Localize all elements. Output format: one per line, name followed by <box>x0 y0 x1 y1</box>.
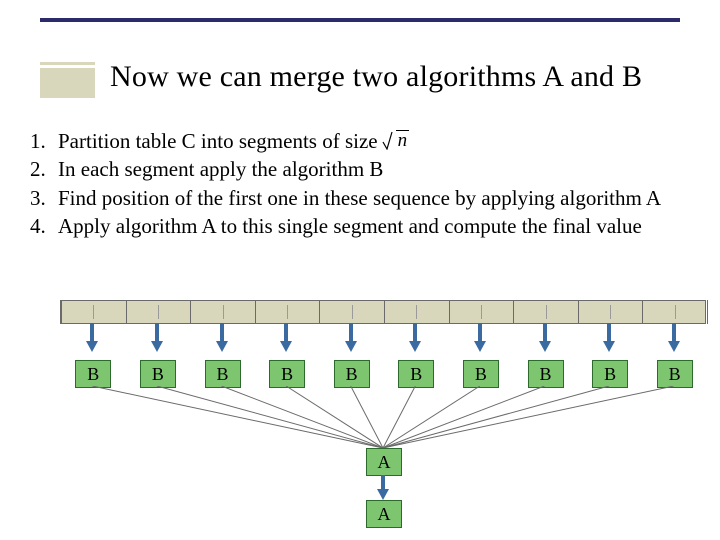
arrow-down-icon <box>603 341 615 352</box>
list-number: 1. <box>30 128 58 154</box>
sqrt-icon: n <box>382 130 410 150</box>
list-text: Find position of the first one in these … <box>58 185 700 211</box>
list-text: Apply algorithm A to this single segment… <box>58 213 700 239</box>
segment-strip <box>60 300 706 324</box>
list-item: 4.Apply algorithm A to this single segme… <box>30 213 700 239</box>
arrow-stem <box>220 323 224 341</box>
title-accent-block <box>40 68 95 98</box>
list-number: 3. <box>30 185 58 211</box>
arrow-stem <box>543 323 547 341</box>
b-box: B <box>334 360 370 388</box>
arrow-down-icon <box>409 341 421 352</box>
merge-diagram: BBBBBBBBBB AA <box>60 300 706 532</box>
arrow-stem <box>413 323 417 341</box>
arrow-stem <box>349 323 353 341</box>
arrow-stem <box>381 475 385 489</box>
arrow-down-icon <box>280 341 292 352</box>
arrow-down-icon <box>377 489 389 500</box>
arrow-down-icon <box>86 341 98 352</box>
a-box: A <box>366 448 402 476</box>
b-box: B <box>398 360 434 388</box>
list-item: 3.Find position of the first one in thes… <box>30 185 700 211</box>
arrow-stem <box>155 323 159 341</box>
list-text: Partition table C into segments of sizen <box>58 128 700 154</box>
arrow-down-icon <box>668 341 680 352</box>
b-box: B <box>463 360 499 388</box>
b-box: B <box>592 360 628 388</box>
list-number: 4. <box>30 213 58 239</box>
arrow-stem <box>478 323 482 341</box>
b-box: B <box>205 360 241 388</box>
a-box: A <box>366 500 402 528</box>
slide-title: Now we can merge two algorithms A and B <box>110 60 642 94</box>
fan-lines <box>60 386 706 448</box>
b-box: B <box>657 360 693 388</box>
arrow-stem <box>672 323 676 341</box>
arrow-stem <box>284 323 288 341</box>
list-text: In each segment apply the algorithm B <box>58 156 700 182</box>
b-box: B <box>140 360 176 388</box>
b-boxes-row: BBBBBBBBBB <box>60 360 706 388</box>
b-box: B <box>528 360 564 388</box>
b-box: B <box>75 360 111 388</box>
list-number: 2. <box>30 156 58 182</box>
arrow-down-icon <box>474 341 486 352</box>
arrow-down-icon <box>345 341 357 352</box>
list-item: 2.In each segment apply the algorithm B <box>30 156 700 182</box>
b-box: B <box>269 360 305 388</box>
title-row: Now we can merge two algorithms A and B <box>40 60 710 94</box>
arrow-down-icon <box>151 341 163 352</box>
steps-list: 1.Partition table C into segments of siz… <box>30 128 700 241</box>
arrow-down-icon <box>539 341 551 352</box>
arrow-stem <box>90 323 94 341</box>
arrow-stem <box>607 323 611 341</box>
arrow-down-icon <box>216 341 228 352</box>
list-item: 1.Partition table C into segments of siz… <box>30 128 700 154</box>
header-rule <box>40 18 680 22</box>
